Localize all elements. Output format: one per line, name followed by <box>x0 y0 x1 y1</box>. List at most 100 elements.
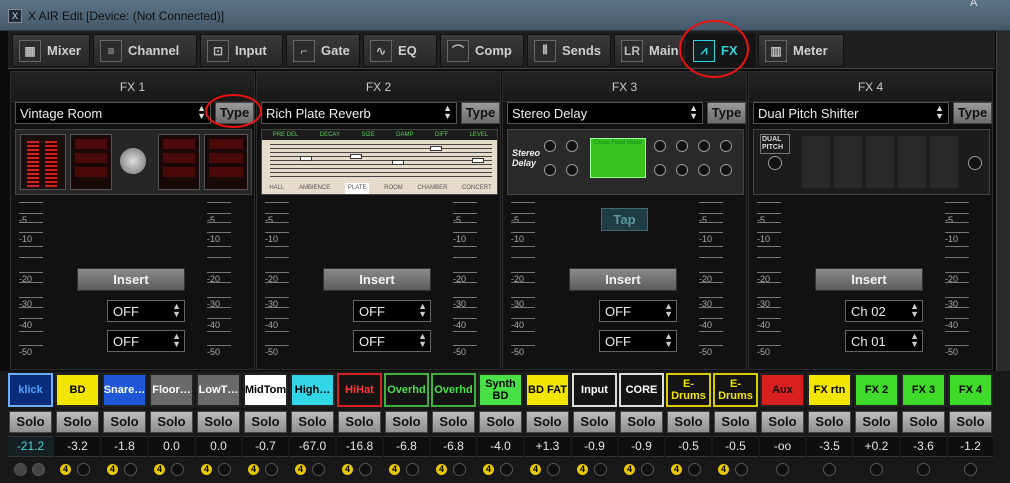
solo-button[interactable]: Solo <box>150 411 193 433</box>
channel-indicators <box>10 461 51 479</box>
meter-tick <box>265 232 289 233</box>
channel-strip: LowT… Solo 0.0 4 <box>196 373 241 483</box>
channel-name-button[interactable]: Synth BD <box>478 373 523 407</box>
source-dropdown-1[interactable]: OFF ▲ ▼ <box>107 300 185 322</box>
dropdown-value: OFF <box>113 304 139 319</box>
channel-name-button[interactable]: FX 2 <box>854 373 899 407</box>
solo-button[interactable]: Solo <box>667 411 710 433</box>
solo-button[interactable]: Solo <box>338 411 381 433</box>
channel-name-button[interactable]: FX 3 <box>901 373 946 407</box>
input-level-meter: -5 -10 -20 -30 -40 -50 <box>265 202 305 357</box>
tap-tempo-button[interactable]: Tap <box>601 208 648 231</box>
tab-label: EQ <box>398 43 417 58</box>
channel-name-button[interactable]: BD FAT <box>525 373 570 407</box>
solo-button[interactable]: Solo <box>432 411 475 433</box>
status-led-icon <box>823 463 836 476</box>
solo-button[interactable]: Solo <box>526 411 569 433</box>
channel-gain-value: -0.7 <box>243 436 288 457</box>
window-title: X AIR Edit [Device: (Not Connected)] <box>28 9 225 23</box>
channel-name-button[interactable]: Aux <box>760 373 805 407</box>
tab-meter[interactable]: ▥ Meter <box>758 34 844 67</box>
tab-label: Gate <box>321 43 350 58</box>
channel-name-button[interactable]: FX 4 <box>948 373 993 407</box>
solo-button[interactable]: Solo <box>620 411 663 433</box>
channel-name-button[interactable]: klick <box>8 373 53 407</box>
tab-channel[interactable]: ≡ Channel <box>93 34 197 67</box>
tab-sends[interactable]: ⫴ Sends <box>527 34 611 67</box>
channel-strip: Floor… Solo 0.0 4 <box>149 373 194 483</box>
fx-effect-select[interactable]: Dual Pitch Shifter ▲ ▼ <box>753 102 949 124</box>
solo-button[interactable]: Solo <box>855 411 898 433</box>
solo-button[interactable]: Solo <box>9 411 52 433</box>
source-dropdown-1[interactable]: OFF ▲ ▼ <box>353 300 431 322</box>
solo-button[interactable]: Solo <box>103 411 146 433</box>
source-dropdown-1[interactable]: OFF ▲ ▼ <box>599 300 677 322</box>
channel-name-button[interactable]: Overhd <box>384 373 429 407</box>
tab-comp[interactable]: ⌒ Comp <box>440 34 524 67</box>
tab-eq[interactable]: ∿ EQ <box>363 34 437 67</box>
tab-mixer[interactable]: ▦ Mixer <box>12 34 90 67</box>
solo-button[interactable]: Solo <box>761 411 804 433</box>
channel-name-button[interactable]: FX rtn <box>807 373 852 407</box>
type-button[interactable]: Type <box>953 102 992 124</box>
meter-tick <box>207 202 231 203</box>
insert-button[interactable]: Insert <box>815 268 923 291</box>
channel-strip: High… Solo -67.0 4 <box>290 373 335 483</box>
channel-name-button[interactable]: CORE <box>619 373 664 407</box>
graphic-label: DECAY <box>319 132 340 138</box>
solo-button[interactable]: Solo <box>479 411 522 433</box>
channel-name-button[interactable]: HiHat <box>337 373 382 407</box>
fx-effect-select[interactable]: Stereo Delay ▲ ▼ <box>507 102 703 124</box>
channel-name-button[interactable]: High… <box>290 373 335 407</box>
type-button[interactable]: Type <box>461 102 500 124</box>
channel-name-button[interactable]: Input <box>572 373 617 407</box>
group-badge: 4 <box>154 464 165 475</box>
tab-main[interactable]: LR Main <box>614 34 683 67</box>
tab-fx[interactable]: ⩘ FX <box>686 34 755 67</box>
insert-button[interactable]: Insert <box>323 268 431 291</box>
channel-name-button[interactable]: Floor… <box>149 373 194 407</box>
solo-button[interactable]: Solo <box>808 411 851 433</box>
channel-name-button[interactable]: E-Drums <box>666 373 711 407</box>
channel-indicators: 4 <box>621 461 662 479</box>
solo-button[interactable]: Solo <box>291 411 334 433</box>
tab-input[interactable]: ⊡ Input <box>200 34 283 67</box>
mixer-grid-icon: ▦ <box>19 39 41 62</box>
source-dropdown-1[interactable]: Ch 02 ▲ ▼ <box>845 300 923 322</box>
channel-gain-value: -0.9 <box>572 436 617 457</box>
solo-button[interactable]: Solo <box>197 411 240 433</box>
solo-button[interactable]: Solo <box>385 411 428 433</box>
meter-tick <box>511 257 535 258</box>
solo-button[interactable]: Solo <box>56 411 99 433</box>
meter-tick <box>453 213 477 214</box>
type-button[interactable]: Type <box>215 102 254 124</box>
led-display-graphic <box>204 134 248 190</box>
channel-name-button[interactable]: BD <box>55 373 100 407</box>
channel-name-button[interactable]: LowT… <box>196 373 241 407</box>
channel-indicators <box>903 461 944 479</box>
channel-strip: CORE Solo -0.9 4 <box>619 373 664 483</box>
solo-button[interactable]: Solo <box>902 411 945 433</box>
meter-scale-label: -10 <box>265 234 279 244</box>
fx-effect-select[interactable]: Rich Plate Reverb ▲ ▼ <box>261 102 457 124</box>
type-button[interactable]: Type <box>707 102 746 124</box>
channel-name-button[interactable]: MidTom <box>243 373 288 407</box>
fx-effect-select[interactable]: Vintage Room ▲ ▼ <box>15 102 211 124</box>
solo-button[interactable]: Solo <box>244 411 287 433</box>
meter-tick <box>19 307 43 308</box>
fx-effect-name: Stereo Delay <box>512 106 588 121</box>
source-dropdown-2[interactable]: OFF ▲ ▼ <box>353 330 431 352</box>
solo-button[interactable]: Solo <box>573 411 616 433</box>
source-dropdown-2[interactable]: Ch 01 ▲ ▼ <box>845 330 923 352</box>
solo-button[interactable]: Solo <box>949 411 992 433</box>
tab-gate[interactable]: ⌐ Gate <box>286 34 360 67</box>
insert-button[interactable]: Insert <box>569 268 677 291</box>
source-dropdown-2[interactable]: OFF ▲ ▼ <box>107 330 185 352</box>
solo-button[interactable]: Solo <box>714 411 757 433</box>
tab-label: Meter <box>793 43 828 58</box>
source-dropdown-2[interactable]: OFF ▲ ▼ <box>599 330 677 352</box>
insert-button[interactable]: Insert <box>77 268 185 291</box>
channel-name-button[interactable]: E-Drums <box>713 373 758 407</box>
channel-name-button[interactable]: Snare… <box>102 373 147 407</box>
channel-name-button[interactable]: Overhd <box>431 373 476 407</box>
